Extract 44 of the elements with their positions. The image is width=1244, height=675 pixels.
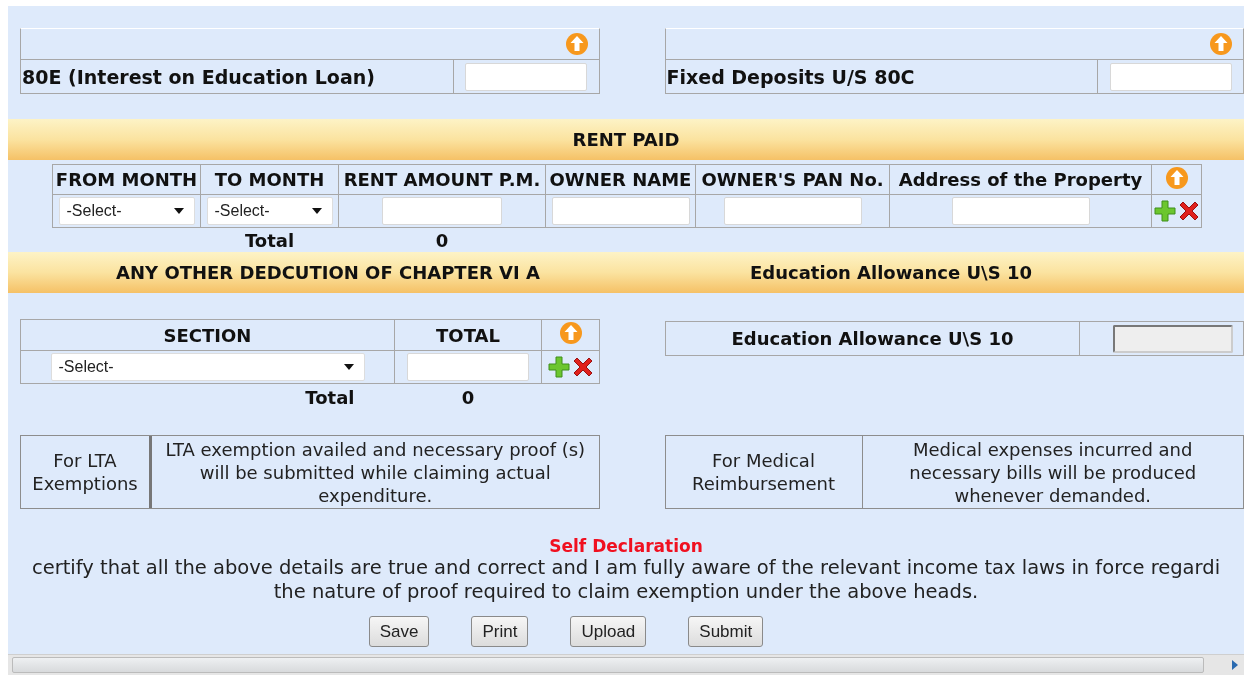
- column-header: Address of the Property: [898, 169, 1143, 190]
- column-header: FROM MONTH: [55, 169, 198, 190]
- section-title: Education Allowance U\S 10: [750, 262, 1032, 283]
- total-value: 0: [435, 229, 449, 251]
- note-label: For Medical Reimbursement: [690, 449, 837, 495]
- horizontal-scrollbar[interactable]: [8, 654, 1244, 675]
- input-field[interactable]: [382, 197, 502, 225]
- input-field[interactable]: [951, 197, 1090, 225]
- input-field[interactable]: [407, 353, 529, 381]
- column-header: TO MONTH: [214, 169, 325, 190]
- action-button[interactable]: Print: [471, 616, 529, 647]
- input-field[interactable]: [723, 197, 862, 225]
- column-header: SECTION: [163, 324, 252, 346]
- input-field[interactable]: [465, 62, 587, 91]
- caret-icon: [343, 364, 354, 370]
- declaration-text: the nature of proof required to claim exemption under the above heads.: [273, 580, 979, 603]
- section-title: Self Declaration: [549, 536, 703, 556]
- total-label: Total: [244, 229, 295, 251]
- right-arrow-icon[interactable]: [1232, 660, 1238, 670]
- caret-icon: [311, 208, 322, 214]
- dropdown[interactable]: -Select-: [206, 197, 333, 225]
- note-label: For LTA Exemptions: [31, 449, 139, 495]
- note-text: Medical expenses incurred and necessary bills will be produced whenever demanded.: [908, 437, 1198, 507]
- action-button[interactable]: Submit: [688, 616, 764, 647]
- action-button[interactable]: Save: [368, 616, 430, 647]
- action-button[interactable]: Upload: [570, 616, 647, 647]
- section-title: ANY OTHER DEDCUTION OF CHAPTER VI A: [116, 262, 540, 283]
- field-label: Fixed Deposits U/S 80C: [665, 60, 1098, 93]
- total-value: 0: [461, 386, 475, 408]
- input-field[interactable]: [551, 197, 690, 225]
- field-label: Education Allowance U\S 10: [731, 328, 1014, 349]
- caret-icon: [173, 208, 184, 214]
- dropdown[interactable]: -Select-: [50, 353, 365, 381]
- input-field[interactable]: [1109, 62, 1232, 91]
- field-label: 80E (Interest on Education Loan): [21, 60, 454, 93]
- column-header: OWNER NAME: [549, 169, 692, 190]
- declaration-text: certify that all the above details are true and correct and I am fully aware of the relevant income tax laws in force regardi: [31, 556, 1221, 579]
- column-header: OWNER'S PAN No.: [701, 169, 884, 190]
- note-text: LTA exemption availed and necessary proof (s) will be submitted while claiming actual expenditure.: [164, 437, 587, 507]
- total-label: Total: [305, 386, 355, 408]
- column-header: TOTAL: [436, 324, 500, 346]
- section-title: RENT PAID: [572, 129, 680, 150]
- dropdown[interactable]: -Select-: [58, 197, 195, 225]
- column-header: RENT AMOUNT P.M.: [343, 169, 541, 190]
